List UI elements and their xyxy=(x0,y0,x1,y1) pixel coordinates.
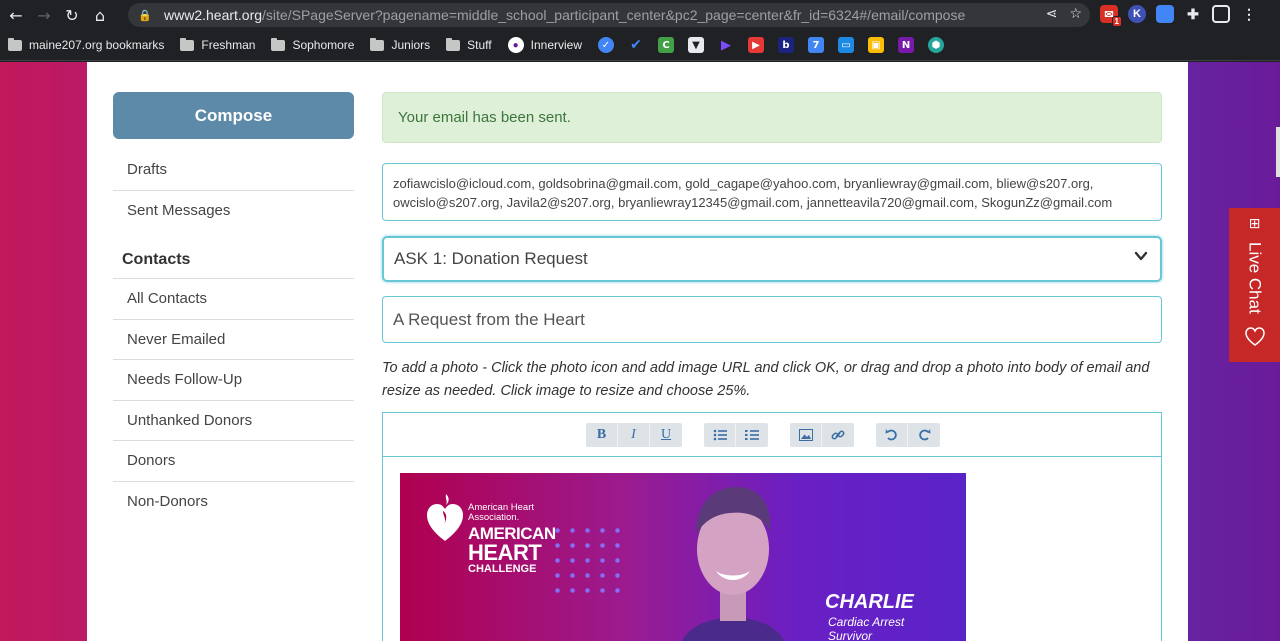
docs-extension-icon[interactable] xyxy=(1156,5,1174,23)
template-select[interactable]: ASK 1: Donation Request xyxy=(382,236,1162,282)
share-icon[interactable]: ⋖ xyxy=(1046,6,1058,22)
folder-icon xyxy=(271,37,286,51)
editor-toolbar: B I U xyxy=(383,413,1161,457)
check-circle-bookmark-icon[interactable]: ✓ xyxy=(598,37,614,53)
sidebar-item-never-emailed[interactable]: Never Emailed xyxy=(113,320,354,360)
play-bookmark-icon[interactable]: ▶ xyxy=(718,37,734,53)
reload-icon[interactable]: ↻ xyxy=(58,1,86,29)
compose-button[interactable]: Compose xyxy=(113,92,354,139)
onenote-bookmark-icon[interactable]: N xyxy=(898,37,914,53)
history-group xyxy=(876,422,940,447)
side-panel-icon[interactable] xyxy=(1212,5,1230,23)
folder-icon xyxy=(180,37,195,51)
lock-icon: 🔒 xyxy=(138,8,152,22)
checkmark-bookmark-icon[interactable]: ✔ xyxy=(628,37,644,53)
person-portrait xyxy=(682,487,784,641)
success-alert: Your email has been sent. xyxy=(382,92,1162,143)
star-pattern xyxy=(550,523,622,599)
folder-icon xyxy=(370,37,385,51)
bullet-list-icon[interactable] xyxy=(704,422,736,447)
email-body-editor[interactable]: B I U American Heart Association. AMERIC… xyxy=(382,412,1162,641)
contacts-heading: Contacts xyxy=(113,231,354,279)
calendar-bookmark-icon[interactable]: 7 xyxy=(808,37,824,53)
address-bar[interactable]: 🔒 www2.heart.org/site/SPageServer?pagena… xyxy=(128,3,1090,27)
participant-center: Compose Drafts Sent Messages Contacts Al… xyxy=(87,62,1188,641)
shield-bookmark-icon[interactable]: ▼ xyxy=(688,37,704,53)
bookmark-innerview[interactable]: ● Innerview xyxy=(507,37,582,53)
folder-icon xyxy=(446,37,461,51)
innerview-icon: ● xyxy=(507,37,524,53)
bookmark-maine207[interactable]: maine207.org bookmarks xyxy=(8,37,164,52)
bookmark-sophomore[interactable]: Sophomore xyxy=(271,37,354,52)
live-chat-label: Live Chat xyxy=(1245,242,1265,314)
sidebar-item-sent-messages[interactable]: Sent Messages xyxy=(113,191,354,232)
live-chat-tab[interactable]: ⊞ Live Chat xyxy=(1229,208,1280,362)
sidebar-item-all-contacts[interactable]: All Contacts xyxy=(113,279,354,320)
email-banner-image[interactable]: American Heart Association. AMERICAN HEA… xyxy=(400,473,966,641)
link-icon[interactable] xyxy=(822,423,854,447)
bookmark-juniors[interactable]: Juniors xyxy=(370,37,430,52)
featured-person-name: CHARLIE xyxy=(825,591,914,613)
sidebar-item-drafts[interactable]: Drafts xyxy=(113,150,354,191)
b-bookmark-icon[interactable]: b xyxy=(778,37,794,53)
sidebar-item-unthanked-donors[interactable]: Unthanked Donors xyxy=(113,401,354,441)
aha-challenge-title: AMERICAN HEART CHALLENGE xyxy=(468,524,556,575)
underline-button[interactable]: U xyxy=(650,423,682,447)
subject-input[interactable]: A Request from the Heart xyxy=(382,296,1162,343)
bookmarks-folder-icon xyxy=(8,37,22,51)
chevron-down-icon xyxy=(1134,249,1148,268)
insert-group xyxy=(790,422,854,447)
redo-icon[interactable] xyxy=(908,423,940,447)
chat-heart-icon xyxy=(1244,327,1265,346)
expand-icon: ⊞ xyxy=(1248,216,1261,232)
page-background: Compose Drafts Sent Messages Contacts Al… xyxy=(0,62,1280,641)
scrollbar[interactable] xyxy=(1276,127,1280,177)
numbered-list-icon[interactable] xyxy=(736,423,768,447)
italic-button[interactable]: I xyxy=(618,422,650,447)
extensions-puzzle-icon[interactable]: ✚ xyxy=(1184,5,1202,23)
youtube-bookmark-icon[interactable]: ▶ xyxy=(748,37,764,53)
hex-bookmark-icon[interactable]: ⬢ xyxy=(928,37,944,53)
image-icon[interactable] xyxy=(790,422,822,447)
gmail-extension-icon[interactable]: ✉ 1 xyxy=(1100,5,1122,27)
c-bookmark-icon[interactable]: C xyxy=(658,37,674,53)
heart-torch-logo-icon xyxy=(427,494,463,541)
sidebar-item-needs-follow-up[interactable]: Needs Follow-Up xyxy=(113,360,354,401)
bold-button[interactable]: B xyxy=(586,422,618,447)
sidebar-item-non-donors[interactable]: Non-Donors xyxy=(113,482,354,523)
home-icon[interactable]: ⌂ xyxy=(86,1,114,29)
list-group xyxy=(704,422,768,447)
recipients-field[interactable]: zofiawcislo@icloud.com, goldsobrina@gmai… xyxy=(382,163,1162,221)
menu-kebab-icon[interactable]: ⋮ xyxy=(1240,5,1258,23)
template-select-value: ASK 1: Donation Request xyxy=(394,249,588,268)
format-group: B I U xyxy=(586,422,682,447)
k-extension-icon[interactable]: K xyxy=(1128,5,1146,23)
photo-instructions: To add a photo - Click the photo icon an… xyxy=(382,360,1150,399)
bookmarks-bar: maine207.org bookmarks Freshman Sophomor… xyxy=(0,30,1280,61)
aha-association-text: American Heart Association. xyxy=(468,502,534,523)
bookmark-freshman[interactable]: Freshman xyxy=(180,37,255,52)
back-arrow-icon[interactable]: ← xyxy=(2,1,30,29)
classroom-bookmark-icon[interactable]: ▣ xyxy=(868,37,884,53)
chat-bookmark-icon[interactable]: ▭ xyxy=(838,37,854,53)
bookmark-stuff[interactable]: Stuff xyxy=(446,37,492,52)
sidebar-nav: Drafts Sent Messages Contacts All Contac… xyxy=(113,150,354,522)
bookmark-star-icon[interactable]: ☆ xyxy=(1069,6,1082,22)
undo-icon[interactable] xyxy=(876,422,908,447)
sidebar-item-donors[interactable]: Donors xyxy=(113,441,354,482)
forward-arrow-icon[interactable]: → xyxy=(30,1,58,29)
browser-toolbar: ← → ↻ ⌂ 🔒 www2.heart.org/site/SPageServe… xyxy=(0,0,1280,30)
featured-person-caption: Cardiac Arrest Survivor xyxy=(828,615,905,641)
url-text: www2.heart.org/site/SPageServer?pagename… xyxy=(164,7,966,23)
